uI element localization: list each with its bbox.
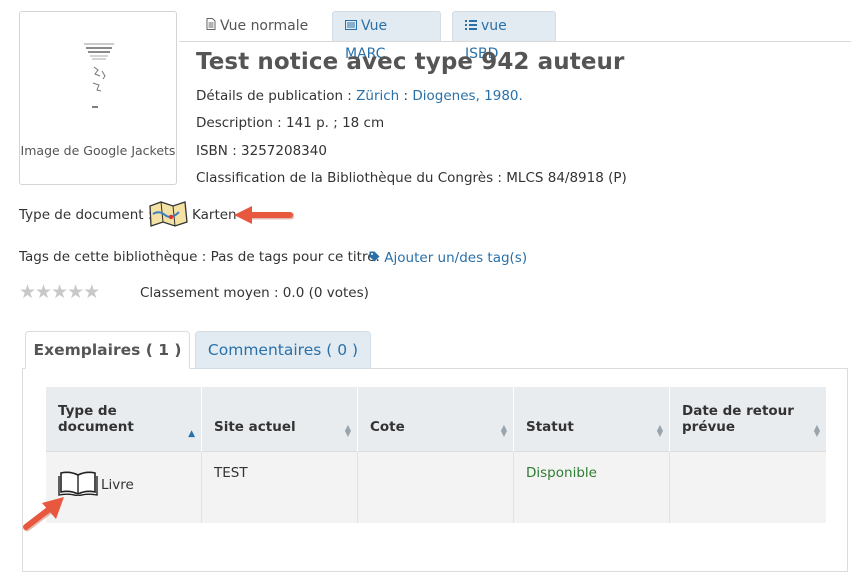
cell-call-number: [357, 451, 514, 523]
tab-holdings[interactable]: Exemplaires ( 1 ): [25, 331, 190, 369]
sort-icon: ▲ ▼: [656, 423, 663, 438]
isbn: ISBN : 3257208340: [196, 143, 327, 159]
column-header-current-site[interactable]: Site actuel ▲ ▼: [201, 387, 358, 452]
sort-icon: ▲ ▼: [500, 423, 507, 438]
rating-stars[interactable]: ★★★★★: [19, 281, 100, 303]
header-status: Statut: [526, 419, 574, 435]
tab-normal-view-label: Vue normale: [220, 18, 309, 34]
view-tabs-divider: [179, 41, 851, 42]
description: Description : 141 p. ; 18 cm: [196, 115, 385, 131]
cell-due-date: [669, 451, 826, 523]
header-type-line1: Type de: [58, 403, 117, 419]
header-site: Site actuel: [214, 419, 296, 435]
tab-comments[interactable]: Commentaires ( 0 ): [195, 331, 371, 369]
cell-status: Disponible: [513, 451, 670, 523]
average-rating: Classement moyen : 0.0 (0 votes): [140, 285, 369, 301]
header-due-line1: Date de retour: [682, 403, 794, 419]
tag-icon: [369, 250, 380, 266]
table-header-row: Type de document ▲ Site actuel ▲ ▼ Cote ▲…: [46, 387, 826, 452]
publication-place-link[interactable]: Zürich: [356, 88, 399, 104]
row-document-type: Livre: [101, 477, 134, 493]
add-tags-link[interactable]: Ajouter un/des tag(s): [369, 250, 527, 266]
sort-icon: ▲ ▼: [344, 423, 351, 438]
star-icon[interactable]: ★: [19, 281, 36, 303]
sort-icon: ▲ ▼: [813, 423, 820, 438]
add-tags-label: Ajouter un/des tag(s): [384, 250, 528, 266]
column-header-call-number[interactable]: Cote ▲ ▼: [357, 387, 514, 452]
star-icon[interactable]: ★: [83, 281, 100, 303]
record-title: Test notice avec type 942 auteur: [196, 49, 625, 75]
column-header-status[interactable]: Statut ▲ ▼: [513, 387, 670, 452]
publisher-link[interactable]: Diogenes, 1980.: [412, 88, 522, 104]
publication-label: Détails de publication :: [196, 88, 357, 104]
cover-caption: Image de Google Jackets: [20, 143, 176, 158]
star-icon[interactable]: ★: [67, 281, 84, 303]
arrow-icon: [234, 206, 294, 224]
list-icon: [345, 12, 357, 40]
publication-separator: :: [399, 88, 413, 104]
tab-isbd-view[interactable]: vue ISBD: [452, 11, 556, 62]
list-icon: [465, 12, 477, 40]
cover-image: Image de Google Jackets: [19, 11, 177, 185]
header-due-line2: prévue: [682, 419, 736, 435]
tab-normal-view[interactable]: Vue normale: [193, 11, 322, 41]
cell-current-site: TEST: [201, 451, 358, 523]
column-header-document-type[interactable]: Type de document ▲: [46, 387, 202, 452]
lc-classification: Classification de la Bibliothèque du Con…: [196, 170, 627, 186]
library-tags: Tags de cette bibliothèque : Pas de tags…: [19, 249, 380, 265]
star-icon[interactable]: ★: [35, 281, 52, 303]
table-row: Livre TEST Disponible: [46, 451, 826, 523]
header-cote: Cote: [370, 419, 405, 435]
publication-details: Détails de publication : Zürich : Diogen…: [196, 88, 523, 104]
arrow-icon: [23, 497, 64, 532]
document-type-label: Type de document :: [19, 207, 153, 223]
tab-marc-view[interactable]: Vue MARC: [332, 11, 441, 62]
file-icon: [206, 12, 216, 40]
star-icon[interactable]: ★: [51, 281, 68, 303]
column-header-due-date[interactable]: Date de retour prévue ▲ ▼: [669, 387, 826, 452]
holdings-table: Type de document ▲ Site actuel ▲ ▼ Cote ▲…: [46, 387, 826, 523]
document-type: Type de document :: [19, 207, 152, 223]
header-type-line2: document: [58, 419, 134, 435]
map-icon: [147, 200, 189, 232]
book-cover-thumbnail: [84, 43, 114, 108]
sort-ascending-icon: ▲: [188, 429, 195, 439]
cell-document-type: Livre: [46, 451, 202, 523]
